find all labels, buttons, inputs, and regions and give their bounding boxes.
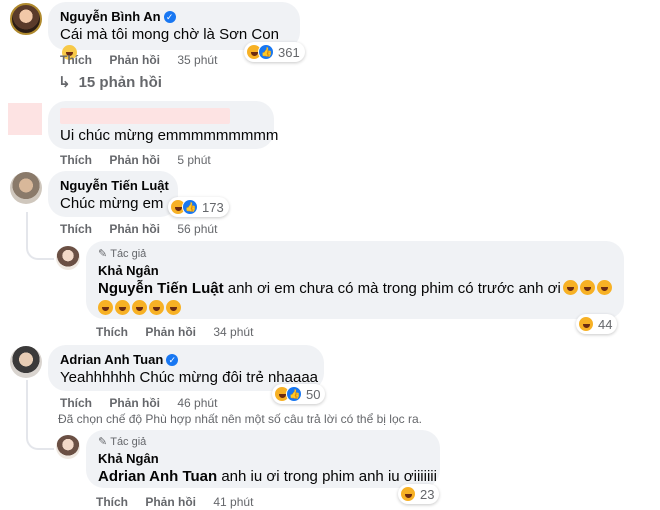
reply-text-body: anh iu ơi trong phim anh iu ơiiiiiii [217, 468, 437, 485]
reply-time[interactable]: 34 phút [213, 325, 253, 339]
comment-time[interactable]: 5 phút [177, 153, 210, 167]
reaction-summary[interactable]: 361 [244, 42, 305, 62]
reply-button[interactable]: Phản hồi [145, 495, 196, 509]
reply-author-name[interactable]: Khả Ngân [98, 262, 612, 279]
like-reaction-icon [258, 44, 274, 60]
reply-text: Nguyễn Tiến Luật anh ơi em chưa có mà tr… [98, 279, 612, 299]
reply-actions: Thích Phản hồi 34 phút [96, 325, 253, 339]
avatar[interactable] [56, 435, 80, 459]
like-button[interactable]: Thích [60, 153, 92, 167]
reply-button[interactable]: Phản hồi [109, 396, 160, 410]
avatar[interactable] [8, 103, 42, 135]
comment-text: Yeahhhhhh Chúc mừng đôi trẻ nhaaaa [60, 369, 319, 386]
filter-notice: Đã chọn chế độ Phù hợp nhất nên một số c… [58, 412, 422, 426]
comment-time[interactable]: 56 phút [177, 222, 217, 236]
reply-bubble: ✎ Tác giả Khả Ngân Nguyễn Tiến Luật anh ơ… [86, 241, 624, 319]
comment-actions: Thích Phản hồi 56 phút [60, 222, 217, 236]
reaction-count: 173 [202, 199, 224, 215]
reaction-count: 44 [598, 316, 613, 332]
reply-author-name[interactable]: Khả Ngân [98, 450, 428, 467]
verified-badge-icon: ✓ [166, 354, 179, 366]
reply-time[interactable]: 41 phút [213, 495, 253, 509]
like-button[interactable]: Thích [60, 396, 92, 410]
reaction-count: 23 [420, 486, 435, 502]
comment-actions: Thích Phản hồi 35 phút [60, 53, 217, 67]
replies-count-label[interactable]: 15 phản hồi [79, 74, 162, 91]
author-tag: ✎ Tác giả [98, 247, 612, 262]
reaction-count: 361 [278, 44, 300, 60]
haha-emoji-icon [166, 300, 181, 315]
comment-author-name-redacted [60, 108, 230, 124]
like-button[interactable]: Thích [60, 53, 92, 67]
pencil-icon: ✎ [98, 436, 108, 448]
mention-link[interactable]: Nguyễn Tiến Luật [98, 280, 224, 297]
author-tag-label: Tác giả [110, 436, 147, 448]
haha-emoji-icon [579, 280, 595, 295]
reaction-summary[interactable]: 50 [272, 384, 326, 404]
comment-bubble: Nguyễn Tiến Luật Chúc mừng em [48, 171, 178, 217]
comment-actions: Thích Phản hồi 46 phút [60, 396, 217, 410]
reply-button[interactable]: Phản hồi [109, 222, 160, 236]
reply-text: Adrian Anh Tuan anh iu ơi trong phim anh… [98, 467, 437, 487]
reaction-summary[interactable]: 23 [398, 484, 440, 504]
reply-button[interactable]: Phản hồi [145, 325, 196, 339]
comment-text: Chúc mừng em [60, 195, 164, 212]
haha-emoji-icon [132, 300, 147, 315]
comment-author[interactable]: Adrian Anh Tuan ✓ [60, 351, 312, 368]
haha-emoji-icon [596, 280, 612, 295]
avatar[interactable] [10, 346, 42, 378]
like-reaction-icon [286, 386, 302, 402]
view-replies-link[interactable]: ↳ 15 phản hồi [58, 73, 162, 91]
haha-emoji-icon [115, 300, 130, 315]
reply-actions: Thích Phản hồi 41 phút [96, 495, 253, 509]
haha-emoji-icon [98, 300, 113, 315]
emoji-row [98, 299, 612, 319]
haha-emoji-icon [562, 280, 578, 295]
haha-reaction-icon [400, 486, 416, 502]
like-button[interactable]: Thích [60, 222, 92, 236]
reply-button[interactable]: Phản hồi [109, 153, 160, 167]
haha-reaction-icon [578, 316, 594, 332]
like-button[interactable]: Thích [96, 325, 128, 339]
reaction-summary[interactable]: 173 [168, 197, 229, 217]
comment-text: Cái mà tôi mong chờ là Sơn Con [60, 26, 279, 43]
reply-bubble: ✎ Tác giả Khả Ngân Adrian Anh Tuan anh iu… [86, 430, 440, 488]
author-tag: ✎ Tác giả [98, 435, 428, 450]
avatar[interactable] [56, 246, 80, 270]
comment-author[interactable]: Nguyễn Bình An ✓ [60, 8, 288, 25]
like-reaction-icon [182, 199, 198, 215]
thread-connector [26, 212, 54, 260]
thread-connector [26, 380, 54, 450]
comment-actions: Thích Phản hồi 5 phút [60, 153, 211, 167]
author-tag-label: Tác giả [110, 248, 147, 260]
reply-arrow-icon: ↳ [58, 74, 71, 91]
verified-badge-icon: ✓ [163, 11, 176, 23]
reply-button[interactable]: Phản hồi [109, 53, 160, 67]
avatar[interactable] [10, 172, 42, 204]
comment-bubble: Ui chúc mừng emmmmmmmmm [48, 101, 279, 149]
comment-time[interactable]: 35 phút [177, 53, 217, 67]
like-button[interactable]: Thích [96, 495, 128, 509]
reply-text-body: anh ơi em chưa có mà trong phim có trước… [223, 280, 561, 297]
comment-time[interactable]: 46 phút [177, 396, 217, 410]
comment-author-name[interactable]: Nguyễn Tiến Luật [60, 177, 169, 194]
pencil-icon: ✎ [98, 248, 108, 260]
haha-emoji-icon [149, 300, 164, 315]
reaction-summary[interactable]: 44 [576, 314, 618, 334]
mention-link[interactable]: Adrian Anh Tuan [98, 468, 217, 485]
reaction-count: 50 [306, 386, 321, 402]
comment-author-name[interactable]: Nguyễn Bình An [60, 9, 161, 24]
comment-text: Ui chúc mừng emmmmmmmmm [60, 127, 279, 144]
avatar[interactable] [10, 3, 42, 35]
comment-author-name[interactable]: Adrian Anh Tuan [60, 352, 163, 367]
